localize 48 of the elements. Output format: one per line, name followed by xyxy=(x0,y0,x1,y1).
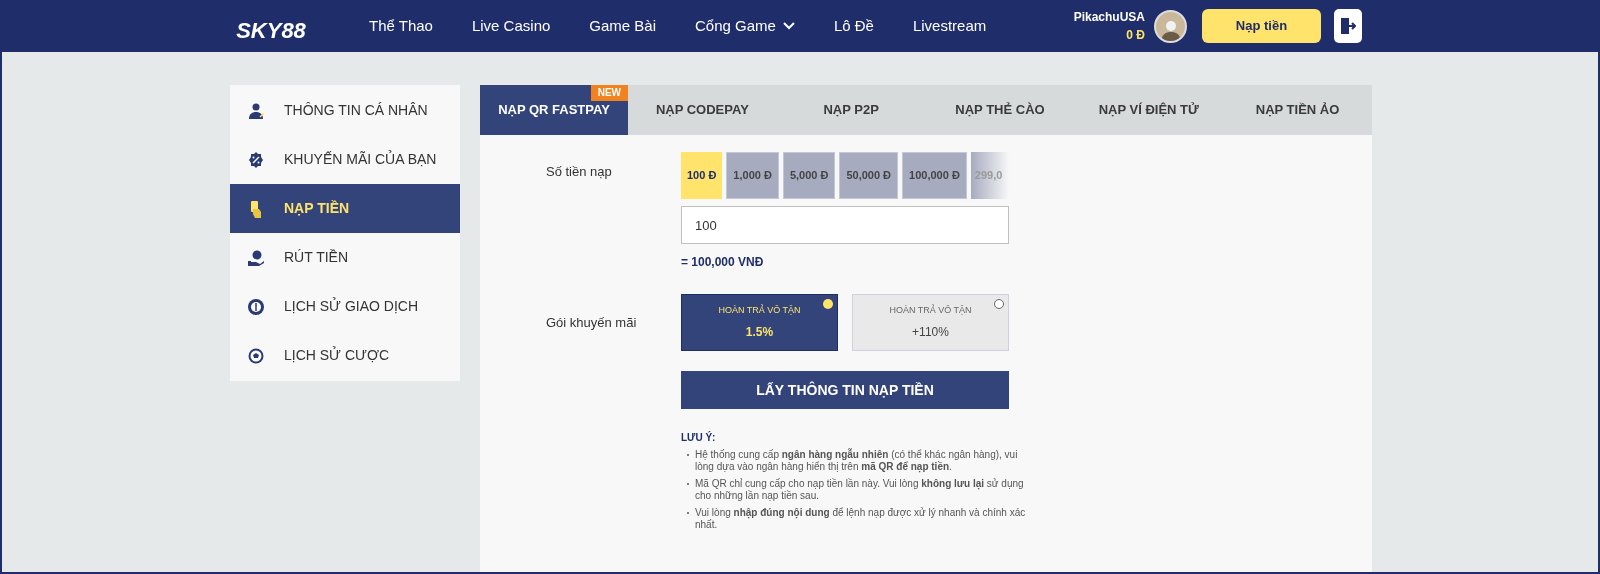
nav-link[interactable]: Lô Đề xyxy=(833,14,874,38)
tab[interactable]: NẠP TIỀN ẢO xyxy=(1223,85,1372,135)
notes-title: LƯU Ý: xyxy=(681,430,717,445)
tab[interactable]: NẠP THẺ CÀO xyxy=(925,85,1075,135)
converted-amount: = 100,000 VNĐ xyxy=(681,254,765,271)
submit-button[interactable]: LẤY THÔNG TIN NẠP TIỀN xyxy=(681,371,1009,409)
percent-badge-icon xyxy=(247,150,265,169)
note-text: Mã QR chỉ cung cấp cho nạp tiền lần này. Vui lòng không lưu lại sử dụng cho những lần nạp tiền sau. xyxy=(695,478,1025,502)
amount-chip[interactable]: 50,000 Đ xyxy=(839,152,899,199)
promotion-option[interactable]: HOÀN TRẢ VÔ TẬN +110% xyxy=(852,294,1009,351)
amount-chip[interactable]: 5,000 Đ xyxy=(782,152,836,199)
amount-chip[interactable]: 100,000 Đ xyxy=(902,152,967,199)
field-label: Gói khuyến mãi xyxy=(546,313,638,332)
balance: 0 Đ xyxy=(1126,27,1145,44)
logo[interactable]: SKY88 xyxy=(234,17,312,45)
amount-input[interactable]: 100 xyxy=(681,206,1009,244)
avatar xyxy=(1154,9,1187,43)
note-text: Vui lòng nhập đúng nội dung để lệnh nạp được xử lý nhanh và chính xác nhất. xyxy=(695,507,1026,531)
tab[interactable]: NẠP CODEPAY xyxy=(628,85,777,135)
sidebar-item[interactable]: LỊCH SỬ GIAO DỊCH xyxy=(230,282,460,331)
amount-chip[interactable]: 1,000 Đ xyxy=(726,152,779,199)
nav-link[interactable]: Thể Thao xyxy=(369,14,433,38)
field-label: Số tiền nạp xyxy=(546,163,613,181)
sidebar-item[interactable]: RÚT TIỀN xyxy=(230,233,460,282)
tab[interactable]: NEW NẠP QR FASTPAY xyxy=(480,85,628,135)
nav-link[interactable]: Cổng Game xyxy=(695,14,795,38)
nav-link[interactable]: Game Bài xyxy=(589,14,657,38)
logout-icon xyxy=(1340,17,1356,35)
amount-chip[interactable]: 100 Đ xyxy=(681,152,723,199)
hand-coin-icon xyxy=(247,248,265,267)
sidebar-item[interactable]: KHUYẾN MÃI CỦA BẠN xyxy=(230,135,460,184)
promotion-option[interactable]: HOÀN TRẢ VÔ TẬN 1.5% xyxy=(681,294,838,351)
radio-indicator xyxy=(994,299,1004,309)
new-badge: NEW xyxy=(590,85,628,101)
username: PikachuUSA xyxy=(1073,9,1145,26)
sidebar-item[interactable]: NẠP TIỀN xyxy=(230,184,460,233)
sidebar-item[interactable]: LỊCH SỬ CƯỢC xyxy=(230,331,460,380)
note-text: Hệ thống cung cấp ngân hàng ngẫu nhiên (có thể khác ngân hàng), vui lòng dựa vào ngân hàng hiển thị trên mã QR để nạp tiền. xyxy=(695,449,1019,473)
logout-button[interactable] xyxy=(1334,9,1362,43)
tab[interactable]: NẠP VÍ ĐIỆN TỬ xyxy=(1074,85,1224,135)
deposit-button[interactable]: Nạp tiền xyxy=(1202,9,1321,43)
ball-icon xyxy=(247,346,265,365)
nav-link[interactable]: Livestream xyxy=(912,14,987,38)
user-icon xyxy=(247,101,265,120)
nav-link[interactable]: Live Casino xyxy=(471,14,551,38)
tab[interactable]: NẠP P2P xyxy=(776,85,926,135)
sidebar-item[interactable]: THÔNG TIN CÁ NHÂN xyxy=(230,86,460,135)
radio-indicator xyxy=(823,299,833,309)
